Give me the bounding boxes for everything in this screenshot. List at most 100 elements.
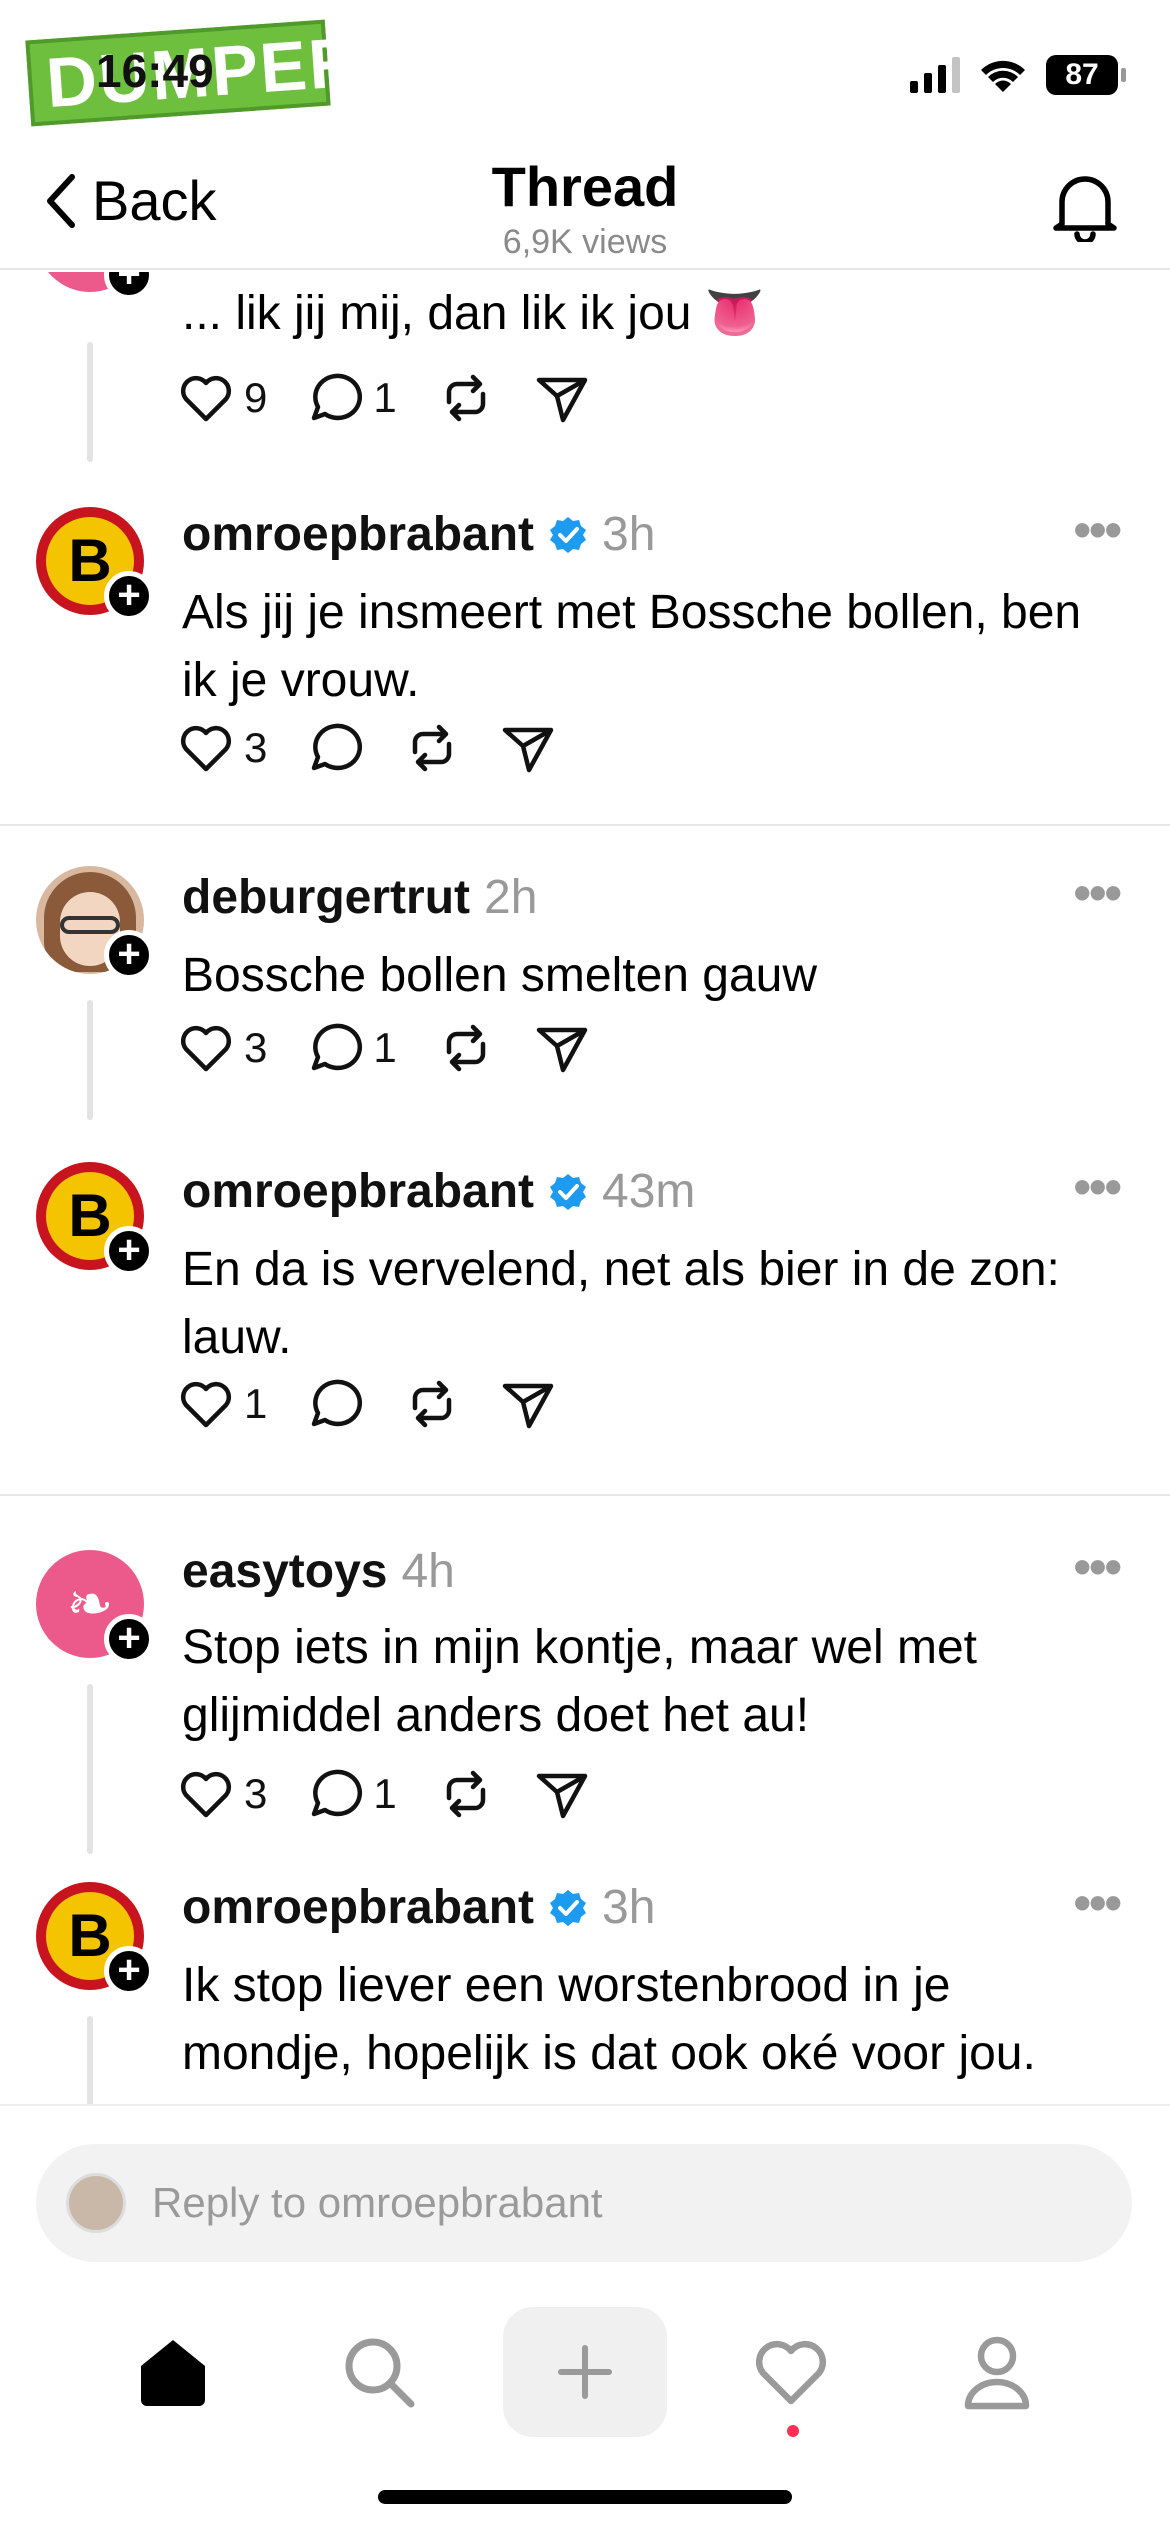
bell-icon bbox=[1053, 176, 1117, 245]
send-icon bbox=[503, 727, 554, 773]
more-options-button[interactable]: ••• bbox=[1073, 864, 1121, 922]
reply-button[interactable] bbox=[309, 1378, 363, 1430]
follow-plus-button[interactable]: + bbox=[104, 571, 154, 621]
reply-input[interactable]: Reply to omroepbrabant bbox=[36, 2144, 1132, 2262]
post-time: 3h bbox=[602, 1881, 656, 1934]
verified-badge-icon bbox=[550, 1889, 587, 1926]
username[interactable]: deburgertrut bbox=[182, 870, 470, 925]
heart-icon bbox=[180, 1025, 232, 1072]
heart-icon bbox=[180, 375, 232, 422]
reply-button[interactable]: 1 bbox=[309, 372, 397, 424]
repost-button[interactable] bbox=[439, 1768, 493, 1820]
view-count: 6,9K views bbox=[502, 223, 668, 261]
reply-bar: Reply to omroepbrabant bbox=[0, 2104, 1170, 2272]
post-deburgertrut[interactable]: + deburgertrut 2h ••• Bossche bollen sme… bbox=[0, 852, 1170, 1152]
reply-button[interactable]: 1 bbox=[309, 1022, 397, 1074]
comment-icon bbox=[312, 1023, 363, 1071]
post-omroepbrabant-1[interactable]: B + omroepbrabant 3h ••• Als jij je insm… bbox=[0, 487, 1170, 799]
post-partial[interactable]: ❧ + ... lik jij mij, dan lik ik jou 👅 9 … bbox=[0, 272, 1170, 487]
heart-icon bbox=[180, 725, 232, 772]
more-options-button[interactable]: ••• bbox=[1073, 1874, 1121, 1932]
tab-bar bbox=[0, 2282, 1170, 2462]
current-user-avatar bbox=[66, 2173, 126, 2233]
repost-icon bbox=[413, 1380, 452, 1428]
thread-line bbox=[87, 1000, 93, 1120]
verified-badge-icon bbox=[550, 1173, 587, 1210]
post-omroepbrabant-3[interactable]: B + omroepbrabant 3h ••• Ik stop liever … bbox=[0, 1872, 1170, 2104]
thread-feed[interactable]: ❧ + ... lik jij mij, dan lik ik jou 👅 9 … bbox=[0, 272, 1170, 2104]
post-omroepbrabant-2[interactable]: B + omroepbrabant 43m ••• En da is verve… bbox=[0, 1152, 1170, 1492]
more-options-button[interactable]: ••• bbox=[1073, 1538, 1121, 1596]
post-text: ... lik jij mij, dan lik ik jou 👅 bbox=[182, 287, 765, 340]
repost-icon bbox=[446, 1024, 485, 1072]
more-options-button[interactable]: ••• bbox=[1073, 1158, 1121, 1216]
divider bbox=[0, 1494, 1170, 1496]
plus-icon bbox=[558, 2345, 612, 2399]
username[interactable]: omroepbrabant bbox=[182, 507, 534, 562]
send-icon bbox=[536, 377, 587, 423]
post-actions: 3 bbox=[178, 722, 597, 774]
like-count: 3 bbox=[244, 1024, 268, 1071]
post-time: 43m bbox=[602, 1165, 696, 1218]
post-actions: 3 1 bbox=[178, 1022, 631, 1074]
signal-icon bbox=[910, 57, 960, 93]
like-button[interactable]: 3 bbox=[178, 723, 267, 773]
tab-profile[interactable] bbox=[915, 2307, 1079, 2437]
comment-icon bbox=[312, 723, 363, 771]
page-title: Thread bbox=[491, 155, 679, 218]
repost-button[interactable] bbox=[439, 372, 493, 424]
like-count: 3 bbox=[244, 1770, 268, 1817]
wifi-icon bbox=[981, 60, 1025, 92]
follow-plus-button[interactable]: + bbox=[104, 1614, 154, 1664]
share-button[interactable] bbox=[501, 722, 555, 774]
username[interactable]: omroepbrabant bbox=[182, 1164, 534, 1219]
battery-icon: 87 bbox=[1046, 55, 1126, 95]
follow-plus-button[interactable]: + bbox=[104, 272, 154, 300]
repost-button[interactable] bbox=[439, 1022, 493, 1074]
avatar-glasses bbox=[60, 916, 120, 934]
like-button[interactable]: 3 bbox=[178, 1023, 267, 1073]
like-button[interactable]: 3 bbox=[178, 1769, 267, 1819]
share-button[interactable] bbox=[501, 1378, 555, 1430]
send-icon bbox=[536, 1027, 587, 1073]
send-icon bbox=[536, 1773, 587, 1819]
verified-badge-icon bbox=[550, 516, 587, 553]
repost-button[interactable] bbox=[405, 1378, 459, 1430]
reply-button[interactable]: 1 bbox=[309, 1768, 397, 1820]
tab-home[interactable] bbox=[91, 2307, 255, 2437]
post-text: Ik stop liever een worstenbrood in je mo… bbox=[182, 1959, 1036, 2080]
search-icon bbox=[345, 2338, 415, 2408]
follow-plus-button[interactable]: + bbox=[104, 1946, 154, 1996]
username[interactable]: omroepbrabant bbox=[182, 1880, 534, 1935]
like-button[interactable]: 9 bbox=[178, 373, 267, 423]
reply-button[interactable] bbox=[309, 722, 363, 774]
post-time: 4h bbox=[401, 1545, 455, 1598]
reply-count: 1 bbox=[373, 1770, 397, 1817]
follow-plus-button[interactable]: + bbox=[104, 930, 154, 980]
like-button[interactable]: 1 bbox=[178, 1379, 267, 1429]
post-meta: omroepbrabant 3h bbox=[182, 507, 655, 562]
repost-button[interactable] bbox=[405, 722, 459, 774]
post-easytoys[interactable]: ❧ + easytoys 4h ••• Stop iets in mijn ko… bbox=[0, 1518, 1170, 1858]
share-button[interactable] bbox=[535, 1768, 589, 1820]
comment-icon bbox=[312, 1769, 363, 1817]
share-button[interactable] bbox=[535, 1022, 589, 1074]
notifications-button[interactable] bbox=[1052, 172, 1118, 247]
post-text: Stop iets in mijn kontje, maar wel met g… bbox=[182, 1621, 977, 1742]
tab-new-post[interactable] bbox=[503, 2307, 667, 2437]
header-title-block: Thread 6,9K views bbox=[0, 154, 1170, 262]
more-options-button[interactable]: ••• bbox=[1073, 501, 1121, 559]
heart-icon bbox=[755, 2340, 827, 2405]
tab-search[interactable] bbox=[297, 2307, 461, 2437]
thread-line bbox=[87, 342, 93, 462]
thread-line bbox=[87, 1684, 93, 1854]
tab-activity[interactable] bbox=[709, 2307, 873, 2437]
username[interactable]: easytoys bbox=[182, 1544, 387, 1599]
follow-plus-button[interactable]: + bbox=[104, 1226, 154, 1276]
send-icon bbox=[503, 1383, 554, 1429]
share-button[interactable] bbox=[535, 372, 589, 424]
like-count: 9 bbox=[244, 374, 268, 421]
post-meta: easytoys 4h bbox=[182, 1544, 455, 1599]
home-indicator[interactable] bbox=[378, 2490, 792, 2504]
post-time: 2h bbox=[484, 871, 538, 924]
